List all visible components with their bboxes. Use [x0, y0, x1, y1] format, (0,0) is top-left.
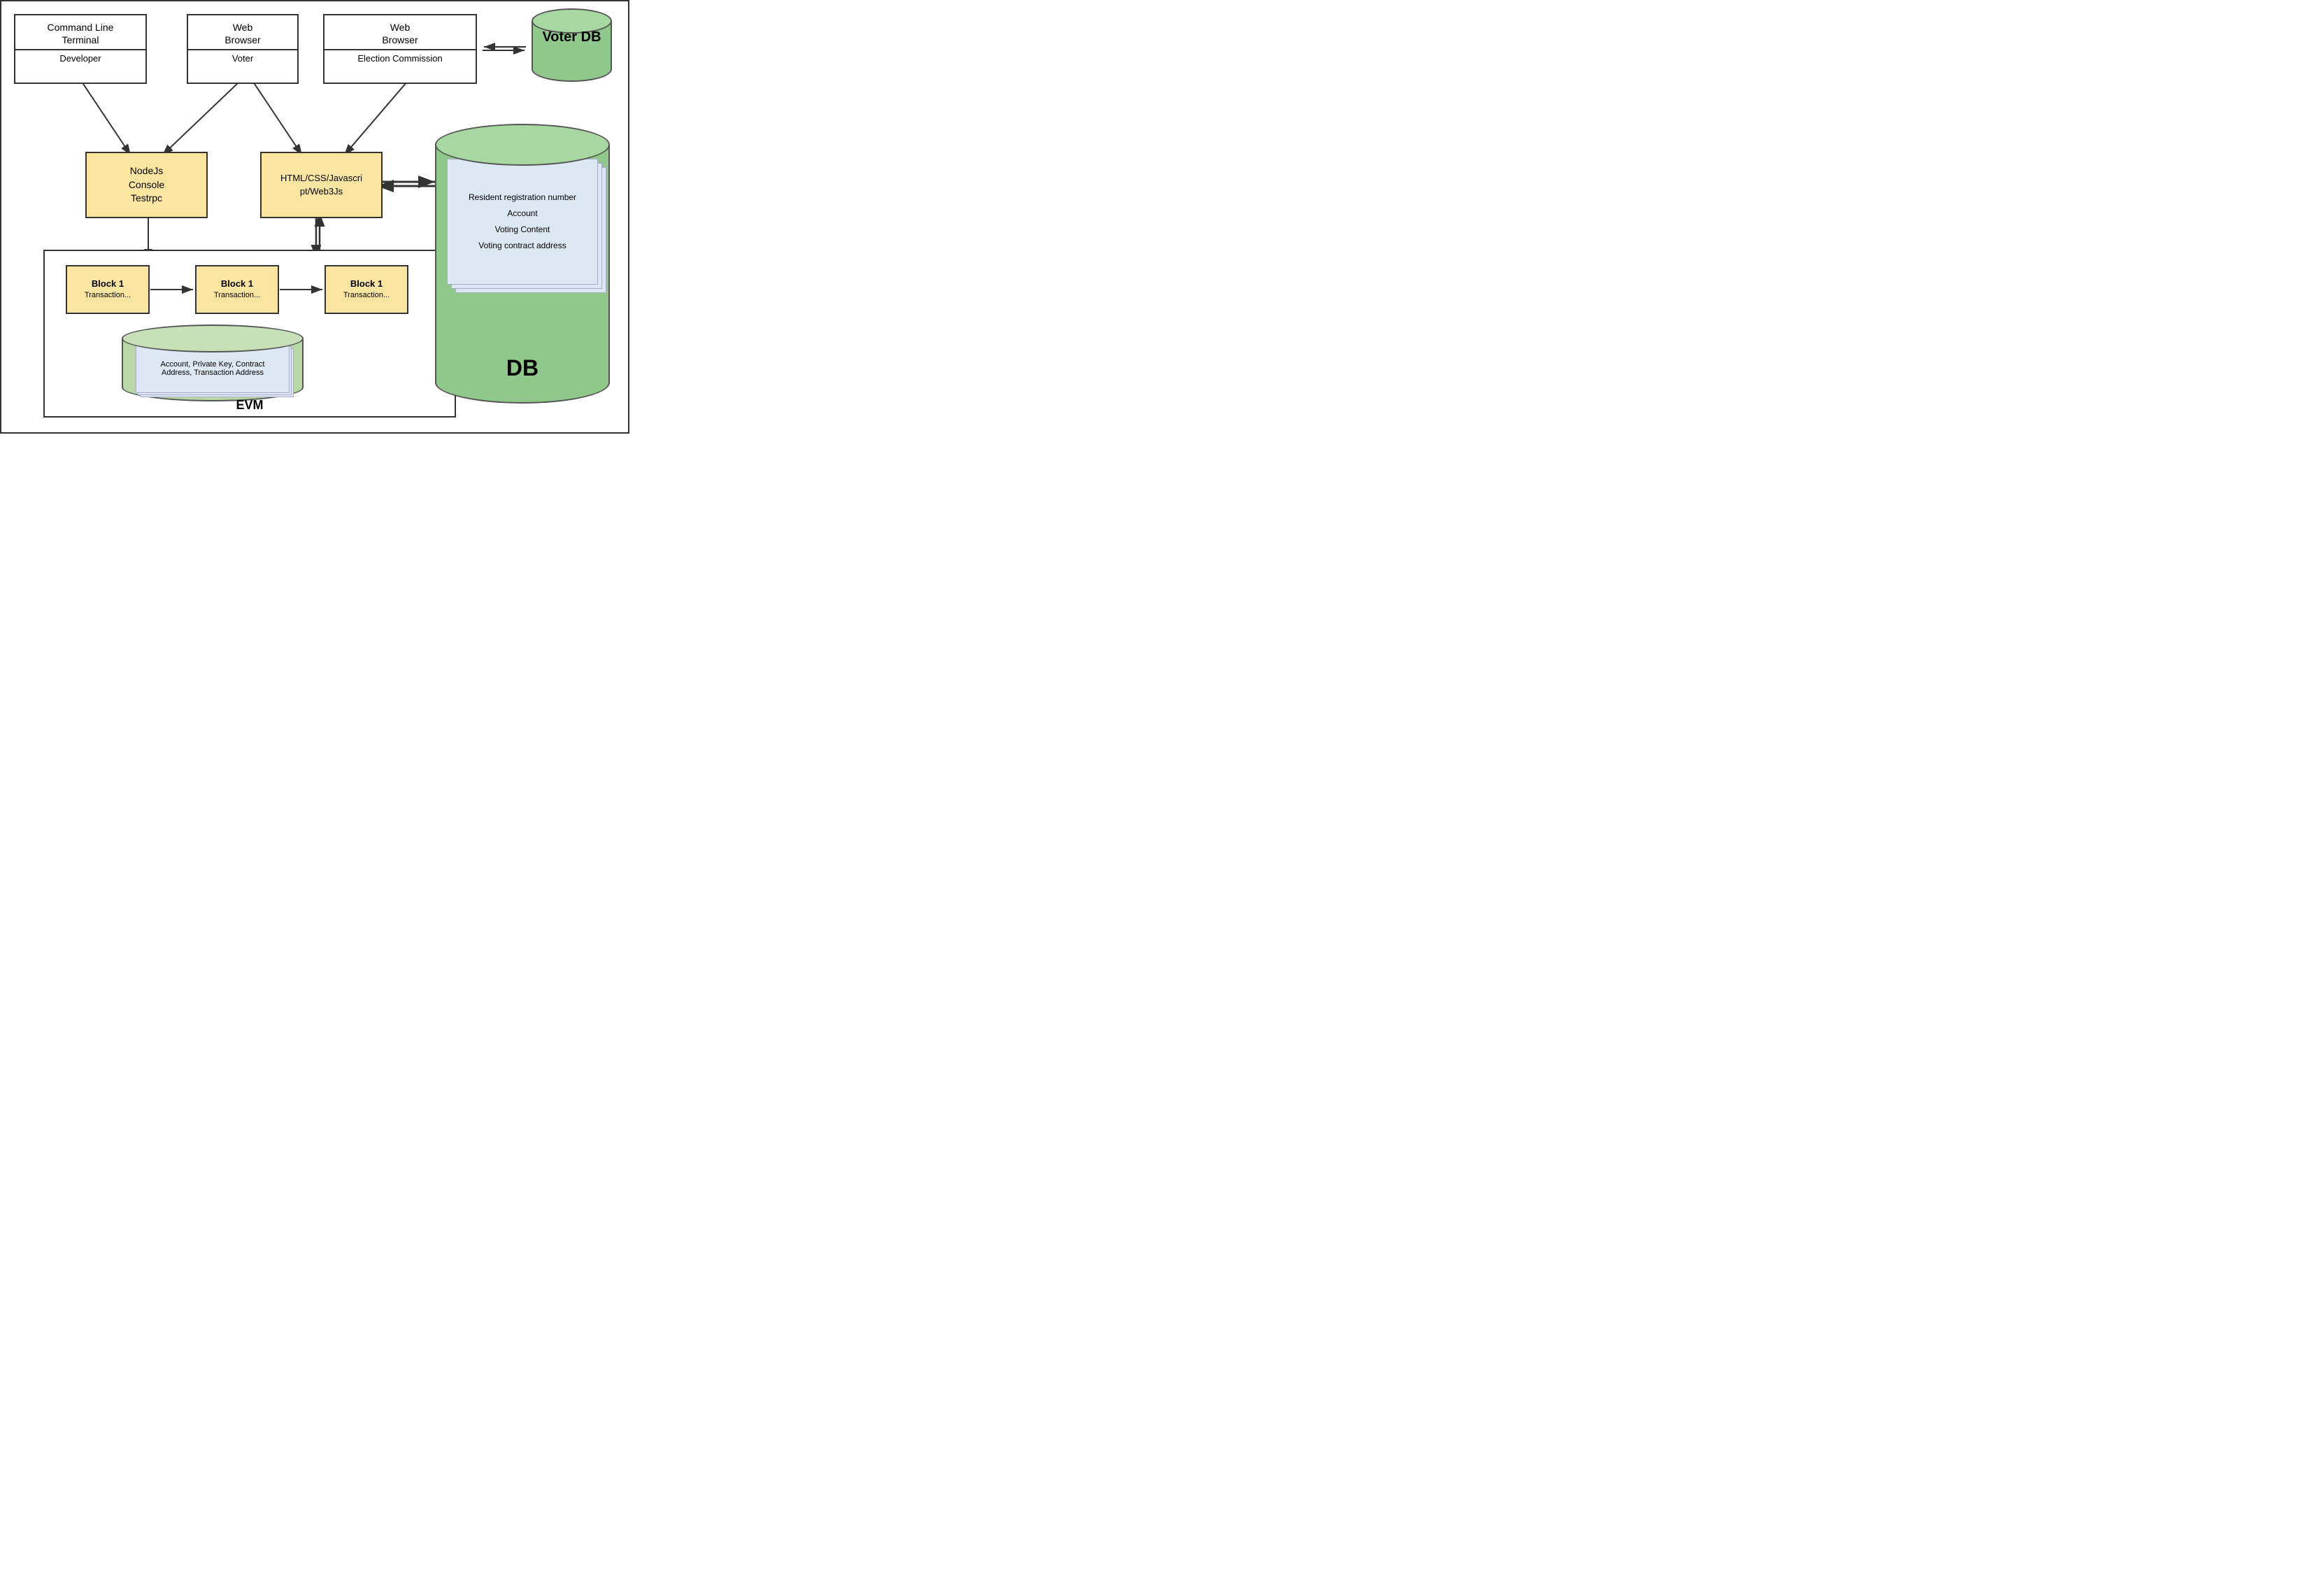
block1c-subtitle: Transaction...: [343, 290, 390, 301]
db-card-line2: Account: [507, 206, 537, 222]
block1a-subtitle: Transaction...: [85, 290, 131, 301]
block1a-title: Block 1: [92, 278, 124, 290]
block1b-subtitle: Transaction...: [214, 290, 260, 301]
evm-container: Block 1 Transaction... Block 1 Transacti…: [43, 250, 456, 418]
terminal-title: Command LineTerminal: [15, 15, 145, 49]
voter-db-cylinder: Voter DB: [532, 8, 612, 82]
web-browser-voter-box: WebBrowser Voter: [187, 14, 299, 84]
architecture-diagram: Command LineTerminal Developer WebBrowse…: [0, 0, 629, 434]
evm-card-text: Account, Private Key, ContractAddress, T…: [161, 360, 265, 377]
block1c-title: Block 1: [350, 278, 383, 290]
nodejs-box: NodeJsConsoleTestrpc: [85, 152, 208, 218]
web-browser-ec-box: WebBrowser Election Commission: [323, 14, 477, 84]
db-card-line3: Voting Content: [495, 222, 550, 238]
html-css-title: HTML/CSS/Javascript/Web3Js: [280, 172, 362, 197]
web-browser-voter-subtitle: Voter: [188, 49, 297, 68]
block1b-box: Block 1 Transaction...: [195, 265, 279, 314]
terminal-box: Command LineTerminal Developer: [14, 14, 147, 84]
terminal-subtitle: Developer: [15, 49, 145, 68]
db-label: DB: [436, 355, 608, 381]
voter-db-label: Voter DB: [532, 29, 612, 45]
web-browser-voter-title: WebBrowser: [188, 15, 297, 49]
nodejs-title: NodeJsConsoleTestrpc: [129, 164, 164, 206]
evm-label: EVM: [45, 398, 455, 413]
main-db-cylinder: Resident registration number Account Vot…: [435, 124, 610, 404]
block1a-box: Block 1 Transaction...: [66, 265, 150, 314]
db-card-line4: Voting contract address: [478, 238, 566, 254]
html-css-box: HTML/CSS/Javascript/Web3Js: [260, 152, 383, 218]
db-card-line1: Resident registration number: [469, 190, 576, 206]
block1b-title: Block 1: [221, 278, 253, 290]
web-browser-ec-subtitle: Election Commission: [325, 49, 476, 68]
evm-db-cylinder: Account, Private Key, ContractAddress, T…: [122, 325, 304, 401]
block1c-box: Block 1 Transaction...: [325, 265, 408, 314]
web-browser-ec-title: WebBrowser: [325, 15, 476, 49]
